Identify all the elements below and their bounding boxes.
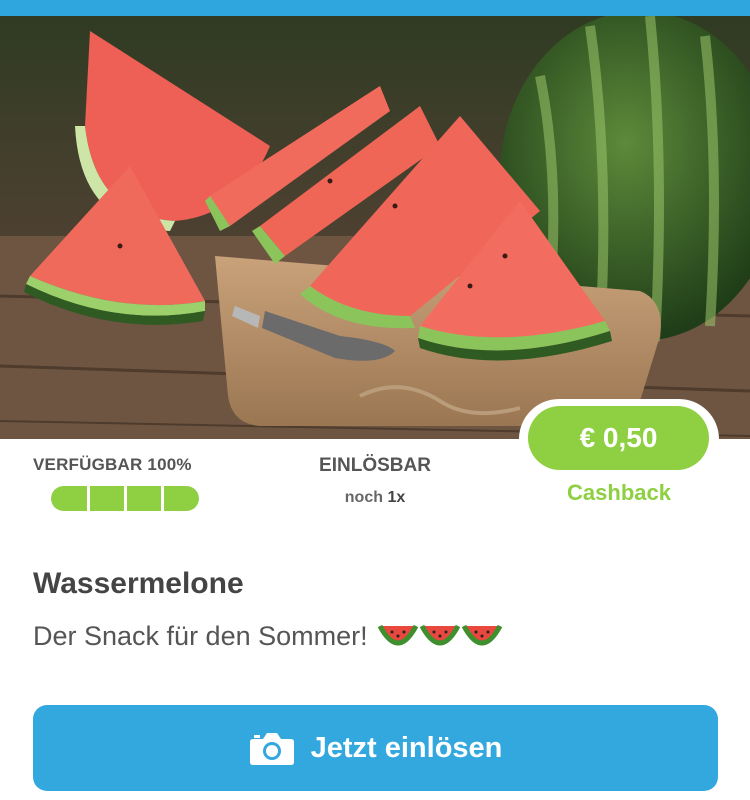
camera-icon	[249, 733, 294, 765]
availability-percent: 100%	[147, 455, 192, 474]
redeemable-prefix: noch	[344, 489, 383, 506]
progress-segment-divider	[87, 486, 90, 511]
product-image	[0, 16, 750, 439]
watermelon-icon	[461, 624, 502, 646]
redeem-now-label: Jetzt einlösen	[310, 731, 503, 764]
redeemable-count: noch 1x	[300, 489, 450, 507]
progress-segment-divider	[124, 486, 127, 511]
product-title: Wassermelone	[33, 567, 244, 600]
progress-segment-divider	[161, 486, 164, 511]
watermelon-emoji-row	[377, 620, 502, 652]
availability-label: VERFÜGBAR 100%	[33, 455, 192, 475]
redeemable-title: EINLÖSBAR	[319, 455, 431, 476]
offer-meta: VERFÜGBAR 100% EINLÖSBAR noch 1x € 0,50 …	[0, 399, 750, 539]
availability-text: VERFÜGBAR	[33, 455, 143, 474]
cashback-label: Cashback	[567, 480, 671, 505]
availability-progress-bar	[51, 486, 199, 511]
cashback-amount-badge: € 0,50	[528, 406, 709, 470]
redeemable-info: EINLÖSBAR noch 1x	[300, 455, 450, 507]
product-description-text: Der Snack für den Sommer!	[33, 620, 368, 651]
product-description: Der Snack für den Sommer!	[33, 620, 502, 652]
redeemable-count-value: 1x	[387, 489, 406, 506]
top-accent-bar	[0, 0, 750, 16]
redeem-now-button[interactable]: Jetzt einlösen	[33, 705, 718, 791]
watermelon-icon	[419, 624, 460, 646]
watermelon-icon	[377, 624, 418, 646]
